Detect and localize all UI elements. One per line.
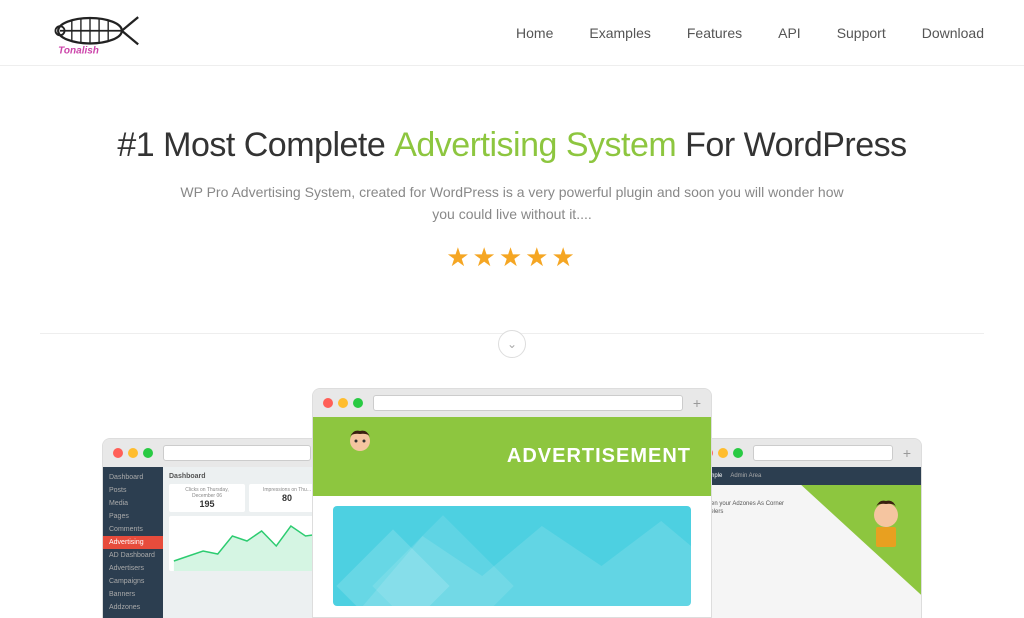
ad-banner: ADVERTISEMENT bbox=[313, 417, 711, 496]
corner-peel-decoration bbox=[801, 485, 921, 595]
minimize-dot bbox=[128, 448, 138, 458]
nav-download[interactable]: Download bbox=[922, 25, 984, 41]
scroll-down-button[interactable]: ⌄ bbox=[498, 330, 526, 358]
nav-examples[interactable]: Examples bbox=[589, 25, 650, 41]
dash-menu-posts: Posts bbox=[103, 484, 163, 497]
left-browser-titlebar bbox=[103, 439, 331, 467]
main-browser-dots bbox=[323, 398, 363, 408]
dash-menu-pages: Pages bbox=[103, 510, 163, 523]
dash-menu-subitem1: AD Dashboard bbox=[103, 549, 163, 562]
dashboard-section-title: Dashboard bbox=[169, 473, 325, 480]
stat-card-clicks: Clicks on Thursday, December 06 195 bbox=[169, 484, 245, 512]
right-browser-urlbar bbox=[753, 445, 893, 461]
hero-description: WP Pro Advertising System, created for W… bbox=[172, 181, 852, 226]
hero-headline: #1 Most Complete Advertising System For … bbox=[40, 126, 984, 165]
site-header: Tonalish Home Examples Features API Supp… bbox=[0, 0, 1024, 66]
stat-clicks-value: 195 bbox=[174, 499, 240, 509]
right-browser-content: Example Admin Area bbox=[693, 467, 921, 618]
ad-banner-text: ADVERTISEMENT bbox=[507, 445, 691, 468]
main-close-dot bbox=[323, 398, 333, 408]
right-browser-titlebar: + bbox=[693, 439, 921, 467]
left-browser-dots bbox=[113, 448, 153, 458]
dashboard-chart bbox=[169, 516, 325, 571]
dash-menu-subitem4: Banners bbox=[103, 588, 163, 601]
left-browser-urlbar bbox=[163, 445, 311, 461]
ad-person-image bbox=[333, 429, 388, 484]
dash-menu-dashboard: Dashboard bbox=[103, 471, 163, 484]
main-minimize-dot bbox=[338, 398, 348, 408]
chevron-down-icon: ⌄ bbox=[507, 337, 517, 351]
right-mock-header: Example Admin Area bbox=[693, 467, 921, 485]
right-new-tab-plus-icon: + bbox=[903, 445, 911, 461]
right-ad-description: Open your Adzones As Corner Peelers bbox=[703, 500, 793, 517]
new-tab-plus-icon: + bbox=[693, 395, 701, 411]
left-browser-content: Dashboard Posts Media Pages Comments Adv… bbox=[103, 467, 331, 618]
nav-api[interactable]: API bbox=[778, 25, 801, 41]
right-maximize-dot bbox=[733, 448, 743, 458]
main-maximize-dot bbox=[353, 398, 363, 408]
nav-support[interactable]: Support bbox=[837, 25, 886, 41]
svg-text:Tonalish: Tonalish bbox=[58, 45, 99, 56]
nav-features[interactable]: Features bbox=[687, 25, 742, 41]
dash-menu-comments: Comments bbox=[103, 523, 163, 536]
right-minimize-dot bbox=[718, 448, 728, 458]
nav-home[interactable]: Home bbox=[516, 25, 553, 41]
rating-stars: ★★★★★ bbox=[40, 242, 984, 273]
logo[interactable]: Tonalish bbox=[40, 8, 140, 58]
dashboard-mock: Dashboard Posts Media Pages Comments Adv… bbox=[103, 467, 331, 618]
left-browser-window: Dashboard Posts Media Pages Comments Adv… bbox=[102, 438, 332, 618]
dashboard-stats-row: Clicks on Thursday, December 06 195 Impr… bbox=[169, 484, 325, 512]
right-browser-window: + Example Admin Area bbox=[692, 438, 922, 618]
dash-menu-subitem2: Advertisers bbox=[103, 562, 163, 575]
screenshots-section: Dashboard Posts Media Pages Comments Adv… bbox=[0, 378, 1024, 618]
dash-menu-subitem3: Campaigns bbox=[103, 575, 163, 588]
ad-content-block bbox=[333, 506, 691, 606]
stat-clicks-label: Clicks on Thursday, December 06 bbox=[174, 487, 240, 499]
dash-menu-advertising: Advertising bbox=[103, 536, 163, 549]
scroll-chevron-container: ⌄ bbox=[0, 330, 1024, 358]
maximize-dot bbox=[143, 448, 153, 458]
main-browser-titlebar: + bbox=[313, 389, 711, 417]
right-mock-body: Open your Adzones As Corner Peelers Sett… bbox=[693, 485, 921, 618]
right-tab-admin: Admin Area bbox=[730, 473, 761, 479]
hero-section: #1 Most Complete Advertising System For … bbox=[0, 66, 1024, 323]
dashboard-sidebar: Dashboard Posts Media Pages Comments Adv… bbox=[103, 467, 163, 618]
close-dot bbox=[113, 448, 123, 458]
dash-menu-subitem5: Addzones bbox=[103, 601, 163, 614]
dashboard-main-area: Dashboard Clicks on Thursday, December 0… bbox=[163, 467, 331, 618]
main-browser-urlbar bbox=[373, 395, 683, 411]
right-mock-content: Example Admin Area bbox=[693, 467, 921, 618]
dash-menu-media: Media bbox=[103, 497, 163, 510]
main-browser-content: ADVERTISEMENT bbox=[313, 417, 711, 617]
main-nav: Home Examples Features API Support Downl… bbox=[516, 25, 984, 41]
stat-impressions-value: 80 bbox=[254, 493, 320, 503]
